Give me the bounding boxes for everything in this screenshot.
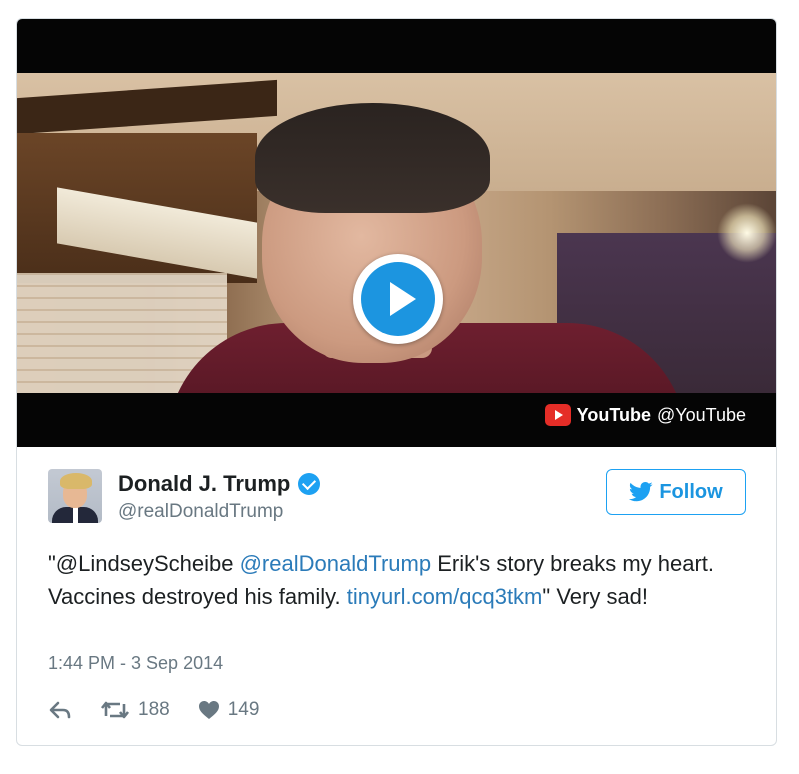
avatar-shirt [73,507,78,523]
retweet-count: 188 [138,699,170,720]
mention-link[interactable]: @realDonaldTrump [240,551,431,576]
provider-attribution[interactable]: YouTube @YouTube [544,403,746,427]
reply-button[interactable] [48,700,72,720]
tweet-timestamp[interactable]: 1:44 PM - 3 Sep 2014 [48,653,223,674]
video-thumbnail[interactable] [17,73,776,393]
video-embed[interactable]: YouTube @YouTube [17,19,776,447]
provider-name: YouTube [576,404,651,425]
embedded-tweet-card: YouTube @YouTube Donald J. Trump @realDo… [16,18,777,746]
follow-button[interactable]: Follow [606,469,746,515]
like-button[interactable]: 149 [198,699,260,721]
author-display-name[interactable]: Donald J. Trump [118,471,290,497]
play-triangle [390,282,416,316]
avatar-hair [60,473,92,489]
twitter-bird-icon [629,482,653,502]
play-icon[interactable] [353,254,443,344]
url-link[interactable]: tinyurl.com/qcq3tkm [347,584,543,609]
avatar[interactable] [48,469,102,523]
play-button-circle [361,262,435,336]
youtube-icon [544,404,571,426]
tweet-text-segment: " Very sad! [542,584,649,609]
tweet-body: Donald J. Trump @realDonaldTrump Follow … [17,447,776,745]
reply-icon [49,701,71,719]
like-count: 149 [227,699,260,720]
tweet-actions: 188 149 [48,699,287,721]
heart-icon [198,701,219,719]
tweet-text: "@LindseyScheibe @realDonaldTrump Erik's… [48,547,748,613]
retweet-icon [100,701,130,719]
provider-handle: @YouTube [656,404,746,425]
thumbnail-person-hair [255,103,490,213]
follow-button-label: Follow [659,480,723,503]
tweet-text-segment: "@LindseyScheibe [48,551,240,576]
author-handle[interactable]: @realDonaldTrump [118,501,283,523]
retweet-button[interactable]: 188 [100,699,170,721]
author-name-row[interactable]: Donald J. Trump [118,471,321,497]
thumbnail-lamp [717,203,776,263]
verified-badge-icon [298,473,321,495]
